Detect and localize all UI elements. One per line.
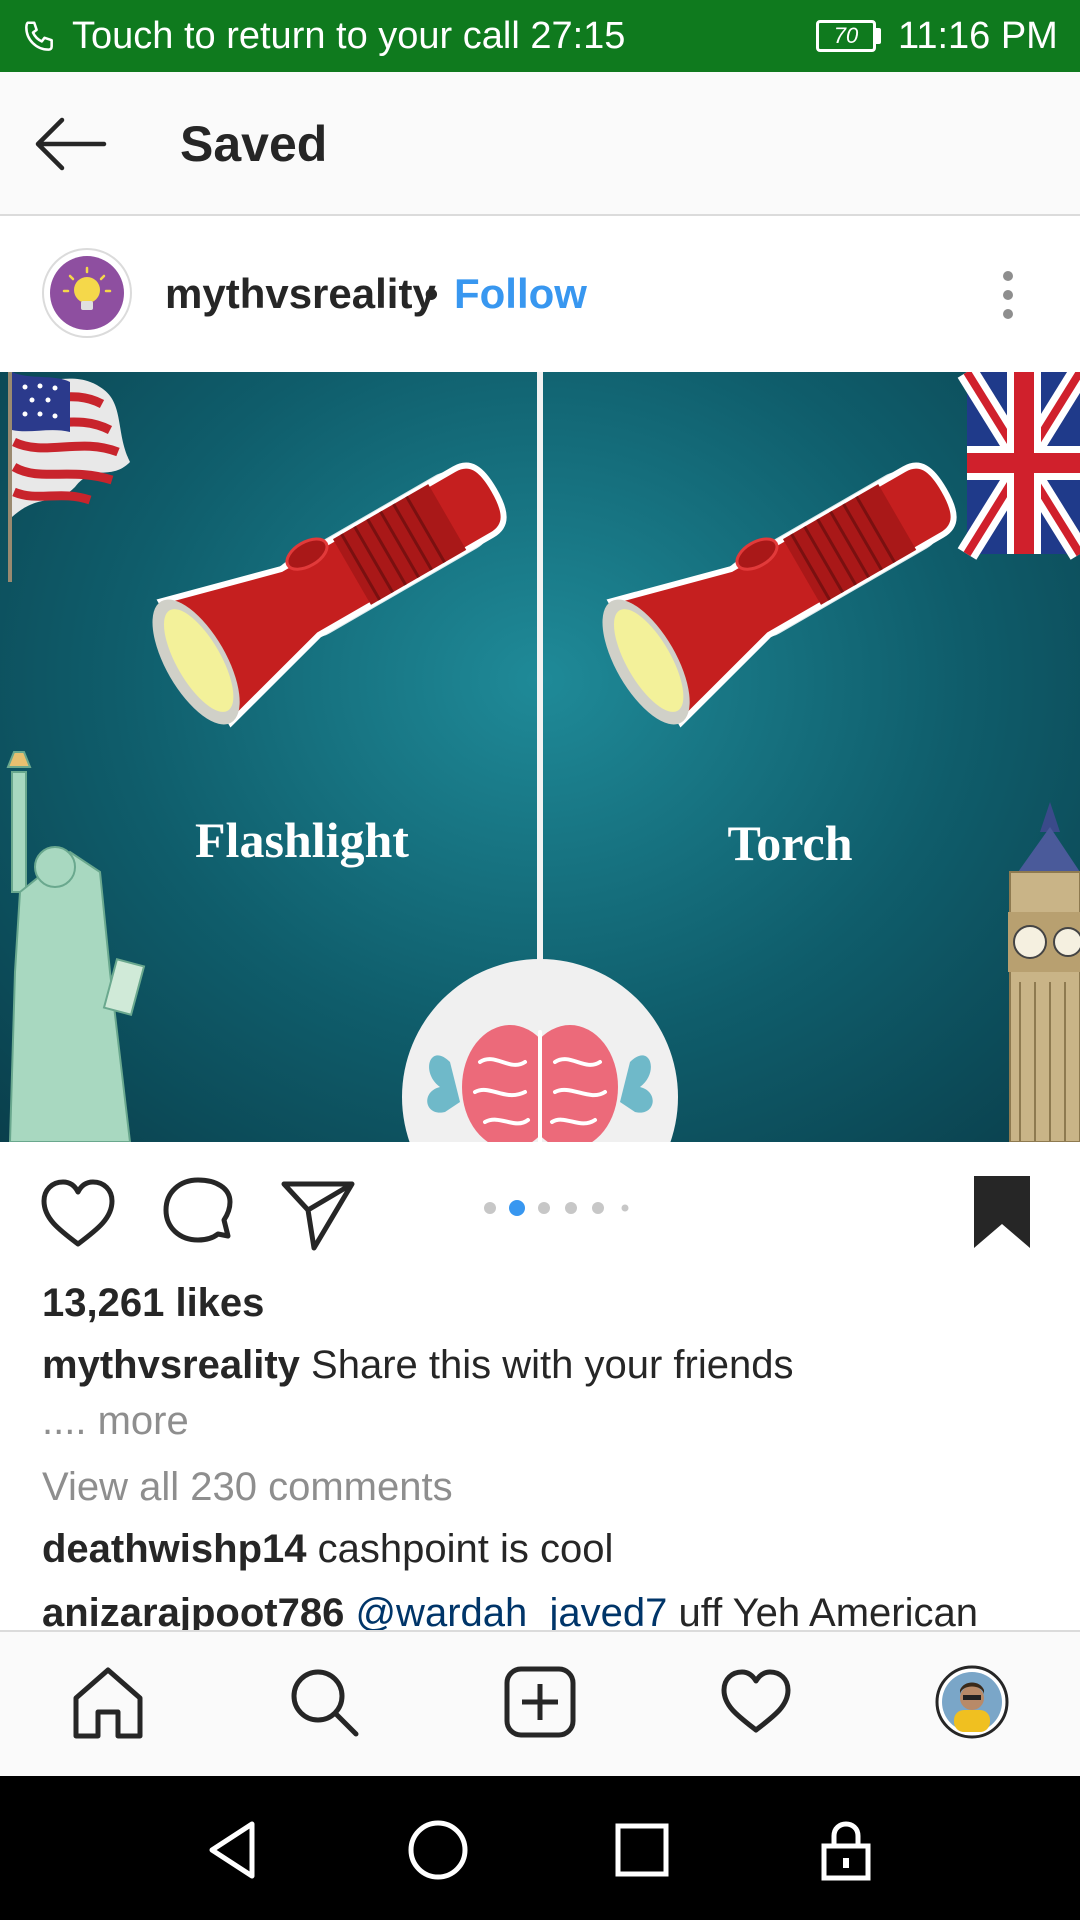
likes-count[interactable]: 13,261 likes [42,1278,264,1328]
clock: 11:16 PM [898,15,1058,57]
caption-username[interactable]: mythvsreality [42,1343,300,1387]
statue-of-liberty [6,751,146,1142]
carousel-dot [565,1202,577,1214]
profile-avatar[interactable] [934,1664,1010,1740]
brain-logo [402,959,678,1142]
torch-label: Torch [727,815,852,871]
back-arrow-icon[interactable] [32,116,108,172]
flashlight-left [152,462,507,728]
share-icon[interactable] [278,1174,358,1254]
like-heart-icon[interactable] [38,1174,118,1254]
carousel-dot [621,1204,629,1212]
status-bar[interactable]: Touch to return to your call 27:15 70 11… [0,0,1080,72]
add-post-icon[interactable] [502,1664,578,1740]
follow-button[interactable]: Follow [454,268,587,320]
divider-line [537,372,543,992]
post-caption: mythvsreality Share this with your frien… [42,1340,794,1390]
carousel-dot [484,1202,496,1214]
carousel-dot-active [509,1200,525,1216]
more-options-icon[interactable] [990,266,1026,324]
home-circle-icon[interactable] [406,1818,470,1882]
flashlight-label: Flashlight [195,812,409,868]
caption-more-link[interactable]: .... more [42,1396,189,1446]
lock-icon[interactable] [814,1818,878,1882]
lightbulb-logo[interactable] [50,256,124,330]
separator-dot: • [424,270,439,317]
carousel-indicator [484,1200,629,1216]
comment-icon[interactable] [158,1174,238,1254]
search-icon[interactable] [286,1664,362,1740]
comment-text: cashpoint is cool [317,1527,614,1571]
home-icon[interactable] [70,1664,146,1740]
battery-indicator: 70 [816,20,876,52]
caption-text: Share this with your friends [311,1343,794,1387]
carousel-dot [538,1202,550,1214]
comment-username[interactable]: anizarajpoot786 [42,1591,344,1635]
comment-row: deathwishp14 cashpoint is cool [42,1524,613,1574]
comment-username[interactable]: deathwishp14 [42,1527,307,1571]
return-to-call-text[interactable]: Touch to return to your call 27:15 [72,14,625,58]
post-image[interactable]: Flashlight Torch [0,372,1080,1142]
top-header: Saved [0,72,1080,216]
activity-heart-icon[interactable] [718,1664,794,1740]
uk-flag [957,372,1080,560]
carousel-dot [592,1202,604,1214]
battery-tip [876,28,881,44]
page-title: Saved [180,116,328,172]
recents-icon[interactable] [610,1818,674,1882]
us-flag [8,372,130,582]
post-illustration: Flashlight Torch [6,372,1080,1142]
view-all-comments-link[interactable]: View all 230 comments [42,1462,453,1512]
comment-mention[interactable]: @wardah_javed7 [355,1591,667,1635]
lightbulb-icon [62,266,112,310]
system-navigation-bar [0,1776,1080,1920]
flashlight-right [602,462,957,728]
back-icon[interactable] [202,1818,266,1882]
bookmark-icon[interactable] [962,1174,1042,1254]
post-username[interactable]: mythvsreality [165,268,436,320]
comment-text: uff Yeh American [678,1591,979,1635]
phone-icon [25,21,53,51]
big-ben [1008,802,1080,1142]
